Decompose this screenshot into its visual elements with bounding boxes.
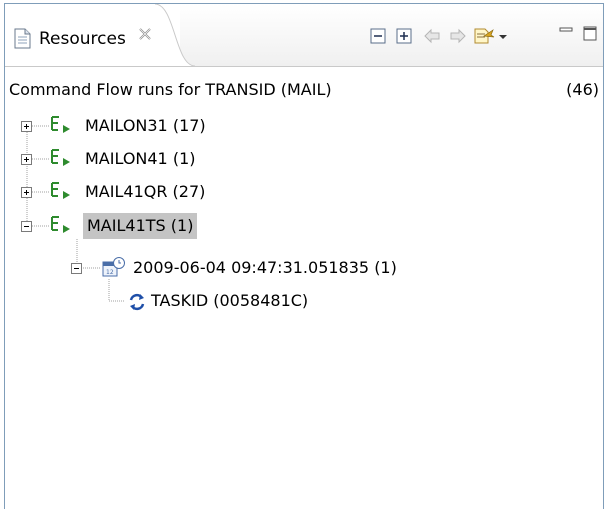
view-description: Command Flow runs for TRANSID (MAIL) (46…: [5, 76, 603, 104]
tree-item-task[interactable]: TASKID (0058481C): [5, 288, 605, 314]
forward-icon[interactable]: [449, 27, 467, 45]
close-icon[interactable]: [137, 26, 153, 42]
tree-item-run[interactable]: 12 2009-06-04 09:47:31.051835 (1): [5, 255, 605, 281]
resources-view: Resources Command Flow runs for TRANSID …: [4, 3, 604, 509]
expand-all-icon[interactable]: [395, 27, 413, 45]
command-flow-icon: [51, 216, 70, 233]
tab-edge: [155, 4, 195, 66]
selection-highlight: MAIL41TS (1): [83, 213, 198, 239]
tree-item-selected[interactable]: MAIL41TS (1): [5, 213, 605, 239]
maximize-icon[interactable]: [581, 24, 599, 42]
filter-icon[interactable]: [473, 27, 495, 45]
task-label: TASKID (0058481C): [151, 291, 309, 310]
collapse-icon[interactable]: [21, 221, 32, 232]
tree-item-count: (17): [172, 116, 206, 135]
tab-resources[interactable]: Resources: [5, 4, 180, 66]
description-count: (46): [566, 80, 599, 99]
tree-item-count: (27): [172, 182, 206, 201]
resource-file-icon: [14, 28, 31, 49]
tree-item[interactable]: MAIL41QR (27): [5, 179, 605, 205]
tree-item-label: MAILON41: [85, 149, 168, 168]
svg-text:12: 12: [106, 269, 114, 276]
view-menu-icon[interactable]: [497, 27, 509, 45]
tree-item-count: (1): [172, 149, 196, 168]
command-flow-icon: [51, 149, 70, 166]
minimize-icon[interactable]: [557, 24, 575, 42]
tree-item-count: (1): [170, 216, 194, 235]
collapse-all-icon[interactable]: [369, 27, 387, 45]
expand-icon[interactable]: [21, 187, 32, 198]
back-icon[interactable]: [423, 27, 441, 45]
run-timestamp: 2009-06-04 09:47:31.051835: [133, 258, 370, 277]
collapse-icon[interactable]: [71, 263, 82, 274]
tree-item-label: MAIL41QR: [85, 182, 168, 201]
command-flow-icon: [51, 182, 70, 199]
calendar-clock-icon: 12: [102, 257, 125, 277]
expand-icon[interactable]: [21, 154, 32, 165]
task-refresh-icon: [129, 293, 145, 311]
command-flow-icon: [51, 116, 70, 133]
tree-item-label: MAIL41TS: [87, 216, 166, 235]
tab-label: Resources: [39, 29, 126, 49]
tree-item[interactable]: MAILON31 (17): [5, 113, 605, 139]
view-tab-bar: Resources: [5, 4, 603, 67]
run-count: (1): [374, 258, 397, 277]
tree-item-label: MAILON31: [85, 116, 168, 135]
description-title: Command Flow runs for TRANSID (MAIL): [9, 80, 332, 99]
tree-item[interactable]: MAILON41 (1): [5, 146, 605, 172]
expand-icon[interactable]: [21, 121, 32, 132]
